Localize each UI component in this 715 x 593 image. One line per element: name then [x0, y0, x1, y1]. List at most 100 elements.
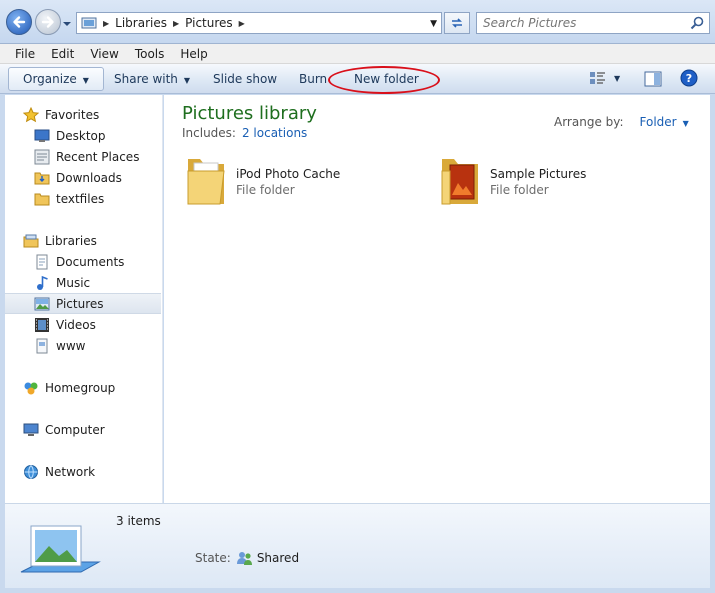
chevron-down-icon: ▼ [82, 76, 89, 85]
folder-icon [34, 191, 50, 207]
search-box[interactable] [476, 12, 710, 34]
menu-tools[interactable]: Tools [135, 47, 165, 61]
folder-item-ipod-photo-cache[interactable]: iPod Photo Cache File folder [164, 155, 414, 207]
computer-icon [23, 422, 39, 438]
address-bar[interactable]: ▶ Libraries ▶ Pictures ▶ ▼ [76, 12, 442, 34]
preview-pane-button[interactable] [644, 71, 662, 87]
sidebar-label: Recent Places [56, 149, 140, 164]
annotation-highlight-ring [328, 66, 440, 94]
sidebar-homegroup[interactable]: Homegroup [5, 377, 161, 398]
address-dropdown-icon[interactable]: ▼ [430, 19, 437, 29]
share-with-button[interactable]: Share with ▼ [114, 64, 190, 94]
sidebar-label: textfiles [56, 191, 105, 206]
recent-pages-button[interactable] [62, 17, 74, 29]
pictures-library-icon [20, 525, 101, 573]
downloads-folder-icon [34, 170, 50, 186]
organize-label: Organize [23, 72, 77, 86]
menu-help[interactable]: Help [180, 47, 207, 61]
breadcrumb-separator-icon: ▶ [103, 18, 110, 28]
menu-bar: File Edit View Tools Help [0, 44, 715, 64]
breadcrumb-separator-icon[interactable]: ▶ [239, 19, 245, 28]
folder-item-sample-pictures[interactable]: Sample Pictures File folder [418, 155, 668, 207]
change-view-button[interactable] [589, 71, 607, 87]
breadcrumb-separator-icon[interactable]: ▶ [173, 19, 179, 28]
sidebar-label: Network [45, 464, 96, 479]
refresh-button[interactable] [444, 12, 470, 34]
sidebar-label: Videos [56, 317, 96, 332]
music-note-icon [34, 275, 50, 291]
arrange-by-control[interactable]: Arrange by: Folder ▼ [554, 115, 689, 129]
chevron-down-icon: ▼ [183, 76, 191, 85]
sidebar-network[interactable]: Network [5, 461, 161, 482]
folder-type: File folder [490, 183, 549, 197]
film-strip-icon [34, 317, 50, 333]
svg-text:?: ? [686, 72, 692, 85]
sidebar-item-recent-places[interactable]: Recent Places [5, 146, 161, 167]
sidebar-item-downloads[interactable]: Downloads [5, 167, 161, 188]
view-options-icon [590, 72, 605, 84]
arrange-value[interactable]: Folder [640, 115, 677, 129]
sidebar-label: Favorites [45, 107, 100, 122]
sidebar-label: Computer [45, 422, 105, 437]
sidebar-item-videos[interactable]: Videos [5, 314, 161, 335]
refresh-icon [452, 18, 462, 28]
state-value: Shared [256, 551, 300, 565]
sidebar-item-music[interactable]: Music [5, 272, 161, 293]
desktop-icon [34, 128, 50, 144]
search-input[interactable] [483, 13, 683, 33]
burn-button[interactable]: Burn [299, 64, 327, 94]
network-icon [23, 464, 39, 480]
sidebar-item-pictures[interactable]: Pictures [5, 293, 161, 314]
navigation-pane: Favorites Desktop Recent Places Download… [5, 95, 163, 503]
menu-file[interactable]: File [15, 47, 35, 61]
documents-icon [34, 254, 50, 270]
share-with-label: Share with [114, 72, 178, 86]
search-icon[interactable] [690, 16, 704, 30]
sidebar-label: Music [56, 275, 91, 290]
sidebar-libraries[interactable]: Libraries [5, 230, 161, 251]
pictures-library-icon [81, 17, 97, 29]
sidebar-label: www [56, 338, 86, 353]
document-library-icon [34, 338, 50, 354]
breadcrumb-libraries[interactable]: Libraries [115, 16, 167, 30]
breadcrumb-pictures[interactable]: Pictures [185, 16, 233, 30]
view-dropdown-icon[interactable]: ▼ [614, 71, 620, 87]
help-button[interactable]: ? [680, 69, 698, 89]
sidebar-label: Homegroup [45, 380, 116, 395]
sidebar-label: Pictures [56, 296, 104, 311]
shared-users-icon [236, 552, 252, 565]
help-icon: ? [680, 69, 698, 87]
menu-edit[interactable]: Edit [51, 47, 74, 61]
sidebar-item-textfiles[interactable]: textfiles [5, 188, 161, 209]
library-title: Pictures library [182, 103, 317, 124]
folder-icon [187, 159, 225, 205]
state-label: State: [195, 551, 231, 565]
chevron-down-icon [63, 22, 71, 26]
folder-type: File folder [236, 183, 295, 197]
sidebar-computer[interactable]: Computer [5, 419, 161, 440]
star-icon [23, 106, 39, 123]
organize-button[interactable]: Organize ▼ [8, 67, 104, 91]
menu-view[interactable]: View [90, 47, 118, 61]
forward-button[interactable] [35, 9, 61, 35]
sidebar-label: Desktop [56, 128, 106, 143]
sidebar-item-www[interactable]: www [5, 335, 161, 356]
folder-name: Sample Pictures [490, 167, 587, 181]
library-includes: Includes: 2 locations [182, 126, 307, 140]
sidebar-favorites[interactable]: Favorites [5, 104, 161, 125]
sidebar-item-desktop[interactable]: Desktop [5, 125, 161, 146]
details-pane: 3 items State: Shared [5, 503, 710, 588]
slide-show-button[interactable]: Slide show [213, 64, 277, 94]
file-list-pane: Pictures library Includes: 2 locations Ar… [164, 95, 710, 503]
recent-places-icon [34, 149, 50, 165]
includes-label: Includes: [182, 126, 236, 140]
sidebar-label: Downloads [56, 170, 122, 185]
chevron-down-icon[interactable]: ▼ [683, 119, 689, 128]
folder-with-picture-icon [441, 159, 478, 205]
preview-pane-icon [644, 71, 662, 87]
back-button[interactable] [6, 9, 32, 35]
back-arrow-icon [13, 16, 26, 28]
share-state: State: Shared [195, 550, 299, 566]
sidebar-item-documents[interactable]: Documents [5, 251, 161, 272]
locations-link[interactable]: 2 locations [242, 126, 307, 140]
